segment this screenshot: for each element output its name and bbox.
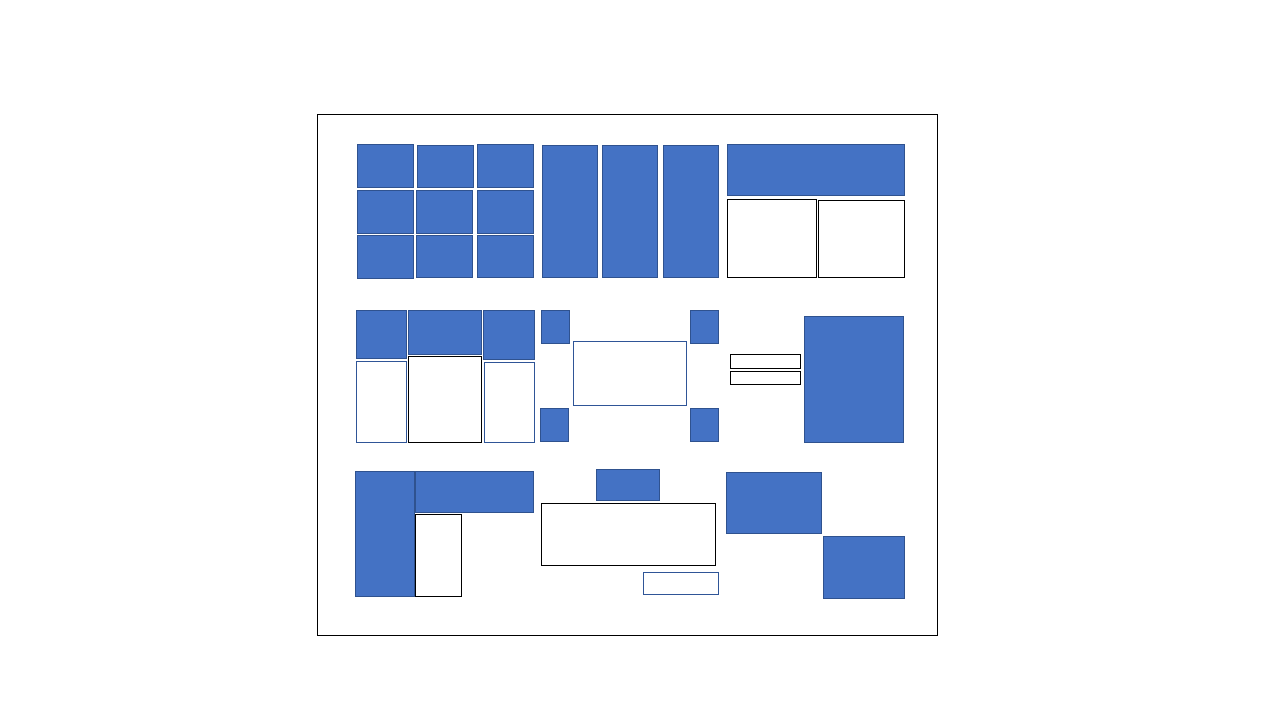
header-block bbox=[415, 471, 534, 513]
grid-cell bbox=[357, 144, 414, 188]
header-block bbox=[483, 310, 535, 360]
column-block bbox=[542, 145, 598, 278]
grid-cell bbox=[477, 190, 534, 234]
grid-cell bbox=[416, 190, 473, 234]
empty-panel bbox=[408, 356, 482, 443]
corner-block bbox=[541, 310, 570, 344]
grid-cell bbox=[357, 235, 414, 279]
column-block bbox=[602, 145, 658, 278]
grid-cell bbox=[477, 235, 534, 278]
column-block bbox=[663, 145, 719, 278]
diagonal-block bbox=[823, 536, 905, 599]
empty-panel bbox=[727, 199, 817, 278]
grid-cell bbox=[357, 190, 414, 234]
empty-panel bbox=[484, 362, 535, 443]
corner-block bbox=[690, 408, 719, 442]
thin-bar bbox=[730, 371, 801, 385]
diagonal-block bbox=[726, 472, 822, 534]
empty-panel bbox=[356, 361, 407, 443]
header-block bbox=[596, 469, 660, 501]
slide-frame bbox=[317, 114, 938, 636]
thin-bar bbox=[730, 354, 801, 369]
header-block bbox=[727, 144, 905, 196]
grid-cell bbox=[416, 235, 473, 278]
empty-panel bbox=[415, 514, 462, 597]
header-block bbox=[408, 310, 482, 355]
footer-box bbox=[643, 572, 719, 595]
corner-block bbox=[690, 310, 719, 344]
content-box bbox=[541, 503, 716, 566]
tall-panel bbox=[804, 316, 904, 443]
empty-panel bbox=[818, 200, 905, 278]
header-block bbox=[356, 310, 407, 359]
center-box bbox=[573, 341, 687, 406]
grid-cell bbox=[477, 144, 534, 188]
corner-block bbox=[540, 408, 569, 442]
sidebar-block bbox=[355, 471, 415, 597]
grid-cell bbox=[417, 145, 474, 188]
